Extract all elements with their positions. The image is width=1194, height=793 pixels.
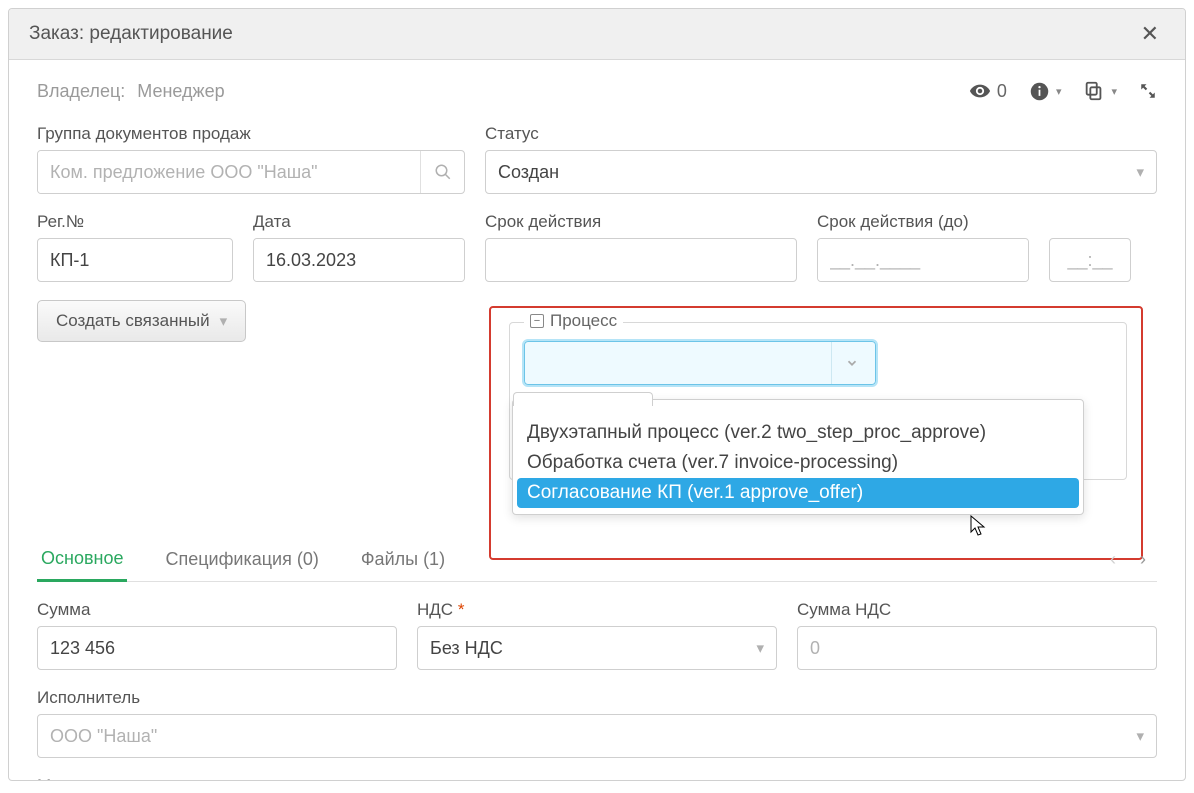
copy-dropdown[interactable]: ▾	[1083, 80, 1117, 102]
date-field: Дата	[253, 212, 465, 282]
topbar-icons: 0 ▾ ▾	[969, 80, 1157, 102]
valid-to-time-input[interactable]	[1049, 238, 1131, 282]
sum-field: Сумма	[37, 600, 397, 670]
vat-sum-label: Сумма НДС	[797, 600, 1157, 620]
chevron-down-icon: ▾	[220, 312, 228, 330]
vat-sum-input[interactable]	[797, 626, 1157, 670]
process-option[interactable]: Обработка счета (ver.7 invoice-processin…	[513, 448, 1083, 478]
create-linked-label: Создать связанный	[56, 311, 210, 331]
doc-group-field: Группа документов продаж	[37, 124, 465, 194]
owner-label: Владелец:	[37, 81, 125, 102]
reg-no-field: Рег.№	[37, 212, 233, 282]
doc-group-label: Группа документов продаж	[37, 124, 465, 144]
chevron-down-icon	[831, 342, 871, 384]
search-icon[interactable]	[420, 151, 464, 193]
copy-icon	[1083, 80, 1105, 102]
expand-icon	[1139, 82, 1157, 100]
doc-group-input-wrapper	[37, 150, 465, 194]
chevron-down-icon: ▾	[1136, 163, 1144, 181]
tab-scroll-right[interactable]: ›	[1129, 546, 1157, 574]
info-icon	[1029, 81, 1050, 102]
tab-scroll-left[interactable]: ‹	[1099, 546, 1127, 574]
process-dropdown: Двухэтапный процесс (ver.2 two_step_proc…	[512, 399, 1084, 515]
vat-label: НДС *	[417, 600, 777, 620]
executor-placeholder: ООО "Наша"	[50, 726, 157, 747]
cursor-icon	[970, 515, 988, 537]
chevron-down-icon: ▾	[1136, 727, 1144, 745]
chevron-down-icon: ▾	[1111, 85, 1117, 98]
process-highlight: − Процесс Двухэтапный процесс (ver.2 two…	[489, 306, 1143, 560]
content-area: Владелец: Менеджер 0 ▾ ▾	[9, 60, 1185, 780]
tab-spec[interactable]: Спецификация (0)	[161, 539, 322, 580]
create-linked-button[interactable]: Создать связанный ▾	[37, 300, 246, 342]
process-option[interactable]: Двухэтапный процесс (ver.2 two_step_proc…	[513, 418, 1083, 448]
chevron-down-icon: ▾	[1056, 85, 1062, 98]
chevron-down-icon: ▾	[756, 639, 764, 657]
titlebar: Заказ: редактирование ✕	[9, 9, 1185, 60]
eye-icon	[969, 80, 991, 102]
dropdown-tab	[513, 392, 653, 406]
manager-label: Менеджер	[37, 776, 1157, 780]
process-legend-text: Процесс	[550, 311, 617, 331]
doc-group-input[interactable]	[38, 151, 420, 193]
valid-to-time-field	[1049, 212, 1131, 282]
valid-from-input[interactable]	[485, 238, 797, 282]
tab-files[interactable]: Файлы (1)	[357, 539, 449, 580]
reg-no-label: Рег.№	[37, 212, 233, 232]
status-value: Создан	[498, 162, 559, 183]
reg-no-input[interactable]	[37, 238, 233, 282]
tabs: Основное Спецификация (0) Файлы (1) ‹ ›	[37, 538, 1157, 582]
sum-input[interactable]	[37, 626, 397, 670]
window-title: Заказ: редактирование	[29, 23, 233, 45]
process-option[interactable]: Согласование КП (ver.1 approve_offer)	[517, 478, 1079, 508]
executor-label: Исполнитель	[37, 688, 1157, 708]
views-count: 0	[997, 81, 1007, 102]
owner-block: Владелец: Менеджер	[37, 81, 225, 102]
manager-field: Менеджер	[37, 776, 1157, 780]
status-label: Статус	[485, 124, 1157, 144]
date-label: Дата	[253, 212, 465, 232]
vat-sum-field: Сумма НДС	[797, 600, 1157, 670]
date-input-wrapper	[253, 238, 465, 282]
views-indicator[interactable]: 0	[969, 80, 1007, 102]
vat-field: НДС * Без НДС ▾	[417, 600, 777, 670]
info-dropdown[interactable]: ▾	[1029, 81, 1062, 102]
date-input[interactable]	[254, 239, 465, 281]
close-icon[interactable]: ✕	[1135, 21, 1165, 47]
process-fieldset: − Процесс Двухэтапный процесс (ver.2 two…	[509, 322, 1127, 480]
process-select[interactable]	[524, 341, 876, 385]
valid-to-label: Срок действия (до)	[817, 212, 1029, 232]
valid-to-field: Срок действия (до)	[817, 212, 1029, 282]
tab-scroll: ‹ ›	[1099, 546, 1157, 574]
vat-select[interactable]: Без НДС ▾	[417, 626, 777, 670]
valid-to-date-wrapper	[817, 238, 1029, 282]
valid-from-field: Срок действия	[485, 212, 797, 282]
vat-value: Без НДС	[430, 638, 503, 659]
sum-label: Сумма	[37, 600, 397, 620]
process-legend: − Процесс	[524, 311, 623, 331]
owner-value: Менеджер	[137, 81, 224, 102]
status-select[interactable]: Создан ▾	[485, 150, 1157, 194]
tab-main[interactable]: Основное	[37, 538, 127, 582]
window: Заказ: редактирование ✕ Владелец: Менедж…	[8, 8, 1186, 781]
collapse-icon[interactable]: −	[530, 314, 544, 328]
status-field: Статус Создан ▾	[485, 124, 1157, 194]
executor-field: Исполнитель ООО "Наша" ▾	[37, 688, 1157, 758]
valid-to-date-input[interactable]	[818, 239, 1029, 281]
expand-button[interactable]	[1139, 82, 1157, 100]
topbar: Владелец: Менеджер 0 ▾ ▾	[37, 80, 1157, 102]
valid-from-label: Срок действия	[485, 212, 797, 232]
executor-select[interactable]: ООО "Наша" ▾	[37, 714, 1157, 758]
